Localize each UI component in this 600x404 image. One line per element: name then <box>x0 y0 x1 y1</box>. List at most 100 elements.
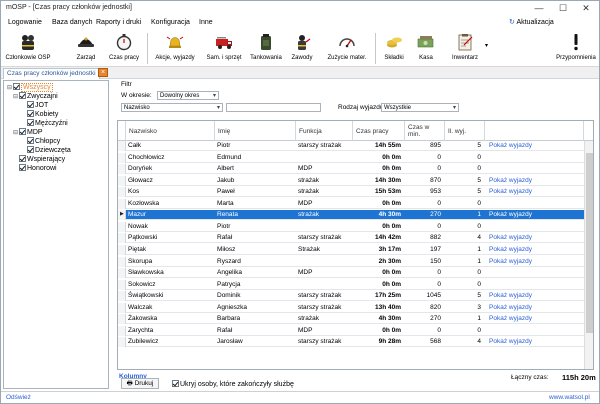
search-field-select[interactable]: Nazwisko <box>121 103 223 112</box>
print-button[interactable]: 🖶 Drukuj <box>121 378 159 389</box>
tree-node-jot[interactable]: JOT <box>27 101 48 109</box>
show-trips-link[interactable]: Pokaż wyjazdy <box>487 257 582 267</box>
toolbar-kasa-button[interactable]: Kasa <box>411 30 441 67</box>
table-row[interactable]: Świątkowski Dominik starszy strażak 17h 25m… <box>118 291 584 302</box>
maximize-button[interactable]: ☐ <box>551 1 575 16</box>
website-link[interactable]: www.watsol.pl <box>549 394 590 401</box>
scrollbar-thumb[interactable] <box>586 153 593 333</box>
toolbar-akcje-button[interactable]: Akcje, wyjazdy <box>151 30 199 67</box>
toolbar-czlonkowie-button[interactable]: Członkowie OSP <box>3 30 53 67</box>
show-trips-link[interactable]: Pokaż wyjazdy <box>487 141 582 151</box>
table-row[interactable]: Głowacz Jakub strażak 14h 30m 870 5 Pokaż wyja… <box>118 175 584 186</box>
table-cell: Nowak <box>128 222 148 230</box>
checkbox[interactable] <box>19 164 26 171</box>
table-row[interactable]: Piętak Miłosz Strażak 3h 17m 197 1 Pokaż wyjaz… <box>118 244 584 255</box>
table-row[interactable]: Zarychta Rafał MDP 0h 0m 0 0 <box>118 325 584 336</box>
range-select[interactable]: Dowolny okres <box>157 91 219 100</box>
checkbox[interactable] <box>13 83 20 90</box>
table-row[interactable]: Doryńek Albert MDP 0h 0m 0 0 <box>118 164 584 175</box>
show-trips-link[interactable]: Pokaż wyjazdy <box>487 245 582 255</box>
search-input[interactable] <box>226 103 321 112</box>
column-header-il-wyj[interactable]: Il. wyj. <box>445 121 485 141</box>
toolbar-zarzad-button[interactable]: Zarząd <box>69 30 103 67</box>
column-header-czas-pracy[interactable]: Czas pracy <box>353 121 405 141</box>
table-row[interactable]: Sławkowska Angelika MDP 0h 0m 0 0 <box>118 268 584 279</box>
table-row[interactable]: Walczak Agnieszka starszy strażak 13h 40m 82… <box>118 302 584 313</box>
show-trips-link[interactable]: Pokaż wyjazdy <box>487 210 582 220</box>
menu-baza-danych[interactable]: Baza danych <box>52 19 92 26</box>
show-trips-link[interactable]: Pokaż wyjazdy <box>487 233 582 243</box>
table-row[interactable]: Zubilewicz Jarosław starszy strażak 9h 28m 5… <box>118 337 584 348</box>
tree-node-kobiety[interactable]: Kobiety <box>27 110 58 118</box>
helmet-icon <box>78 37 94 47</box>
table-cell: Zubilewicz <box>128 338 159 346</box>
checkbox[interactable] <box>19 128 26 135</box>
update-button[interactable]: ↻ Aktualizacja <box>509 18 554 26</box>
checkbox[interactable] <box>27 119 34 126</box>
close-tab-icon[interactable]: × <box>98 68 108 77</box>
table-row[interactable]: Całk Piotr starszy strażak 14h 55m 895 5 Pokaż… <box>118 141 584 151</box>
table-cell: 270 <box>430 211 441 219</box>
toolbar-skladki-button[interactable]: Składki <box>379 30 409 67</box>
column-header-imie[interactable]: Imię <box>215 121 296 141</box>
show-trips-link[interactable]: Pokaż wyjazdy <box>487 303 582 313</box>
trip-type-select[interactable]: Wszystkie <box>381 103 459 112</box>
vertical-scrollbar[interactable] <box>584 141 593 369</box>
tab-czas-pracy[interactable]: Czas pracy członków jednostki <box>3 68 100 79</box>
toolbar-czas-pracy-button[interactable]: Czas pracy <box>107 30 141 67</box>
table-row[interactable]: Chochłowicz Edmund 0h 0m 0 0 <box>118 152 584 163</box>
minimize-button[interactable]: — <box>527 1 551 16</box>
toolbar-zuzycie-button[interactable]: Zużycie mater. <box>321 30 373 67</box>
toolbar-dropdown-icon[interactable]: ▾ <box>485 42 488 49</box>
toolbar-przypomnienia-button[interactable]: Przypomnienia <box>553 30 599 67</box>
menu-inne[interactable]: Inne <box>199 19 213 26</box>
table-row[interactable]: Nowak Piotr 0h 0m 0 0 <box>118 221 584 232</box>
toolbar-tankowania-button[interactable]: Tankowania <box>247 30 285 67</box>
table-cell: 15h 53m <box>374 188 401 196</box>
tree-node-dziewczeta[interactable]: Dziewczęta <box>27 146 71 154</box>
table-row[interactable]: Kozłowska Marta MDP 0h 0m 0 0 <box>118 198 584 209</box>
menu-logowanie[interactable]: Logowanie <box>8 19 42 26</box>
checkbox[interactable] <box>27 110 34 117</box>
table-cell: 0h 0m <box>382 280 401 288</box>
tree-node-honorowi[interactable]: Honorowi <box>19 164 57 172</box>
refresh-link[interactable]: Odśwież <box>6 394 31 401</box>
show-trips-link[interactable]: Pokaż wyjazdy <box>487 187 582 197</box>
menu-raporty[interactable]: Raporty i druki <box>96 19 141 26</box>
hide-retired-option[interactable]: Ukryj osoby, które zakończyły służbę <box>172 380 294 388</box>
tree-node-mezczyzni[interactable]: Mężczyźni <box>27 119 68 127</box>
checkbox[interactable] <box>19 155 26 162</box>
menu-konfiguracja[interactable]: Konfiguracja <box>151 19 190 26</box>
column-header-czas-w-min[interactable]: Czas w min. <box>405 121 445 141</box>
column-header-funkcja[interactable]: Funkcja <box>296 121 353 141</box>
show-trips-link[interactable]: Pokaż wyjazdy <box>487 314 582 324</box>
tree-node-wspierajacy[interactable]: Wspierający <box>19 155 65 163</box>
column-header-actions <box>485 121 584 141</box>
table-row[interactable]: Kos Paweł strażak 15h 53m 953 5 Pokaż wyjazdy <box>118 187 584 198</box>
toolbar-samochody-button[interactable]: Sam. i sprzęt <box>203 30 245 67</box>
table-row[interactable]: Pątkowski Rafał starszy strażak 14h 42m 882 4… <box>118 233 584 244</box>
tree-node-chlopcy[interactable]: Chłopcy <box>27 137 60 145</box>
tree-node-zwyczajni[interactable]: ⊟ Zwyczajni <box>13 92 58 100</box>
checkbox[interactable] <box>27 146 34 153</box>
hide-retired-checkbox[interactable] <box>172 380 179 387</box>
show-trips-link[interactable]: Pokaż wyjazdy <box>487 291 582 301</box>
toolbar-zawody-button[interactable]: Zawody <box>287 30 317 67</box>
tree-node-mdp[interactable]: ⊟ MDP <box>13 128 43 136</box>
table-row[interactable]: ▶ Mazur Renata strażak 4h 30m 270 1 Pokaż wyjaz… <box>118 210 584 221</box>
table-cell: 0h 0m <box>382 222 401 230</box>
table-cell: 1 <box>477 245 481 253</box>
show-trips-link[interactable]: Pokaż wyjazdy <box>487 337 582 347</box>
table-row[interactable]: Skorupa Ryszard 2h 30m 150 1 Pokaż wyjazdy <box>118 256 584 267</box>
table-row[interactable]: Sokowicz Patrycja 0h 0m 0 0 <box>118 279 584 290</box>
show-trips-link[interactable]: Pokaż wyjazdy <box>487 176 582 186</box>
total-time-value: 115h 20m <box>562 373 596 382</box>
checkbox[interactable] <box>19 92 26 99</box>
close-button[interactable]: ✕ <box>574 1 598 16</box>
table-row[interactable]: Żakowska Barbara strażak 4h 30m 270 1 Pokaż wy… <box>118 314 584 325</box>
checkbox[interactable] <box>27 137 34 144</box>
checkbox[interactable] <box>27 101 34 108</box>
column-header-nazwisko[interactable]: Nazwisko <box>126 121 215 141</box>
tree-node-wszyscy[interactable]: ⊟ Wszyscy <box>7 83 53 92</box>
toolbar-inwentarz-button[interactable]: Inwentarz <box>447 30 483 67</box>
